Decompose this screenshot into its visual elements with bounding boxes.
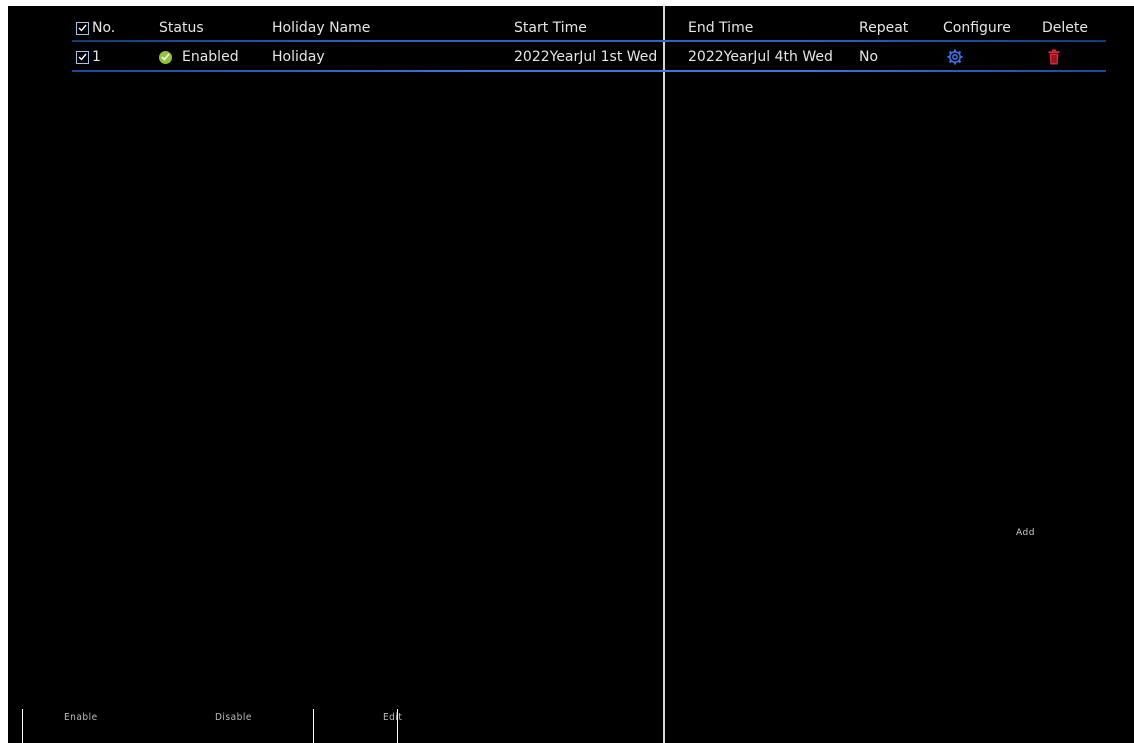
row-end-time: 2022YearJul 4th Wed — [688, 49, 833, 65]
vertical-divider — [663, 6, 665, 743]
row-status-cell: Enabled — [159, 42, 239, 72]
row-repeat: No — [859, 49, 879, 65]
column-header-status: Status — [159, 20, 204, 36]
row-no-cell: 1 — [76, 42, 101, 72]
holiday-table: No. Status Holiday Name Start Time End T… — [72, 14, 1106, 72]
header-no: No. — [76, 14, 115, 42]
row-status: Enabled — [182, 49, 239, 65]
table-row[interactable]: 1 Enabled Holiday 2022YearJul 1st Wed 20… — [72, 42, 1106, 72]
main-panel — [8, 6, 1134, 700]
holiday-screen: No. Status Holiday Name Start Time End T… — [0, 0, 1134, 743]
add-button[interactable]: Add — [1016, 528, 1035, 538]
column-header-repeat: Repeat — [859, 20, 909, 36]
enable-button[interactable]: Enable — [64, 713, 98, 724]
column-header-delete: Delete — [1042, 20, 1088, 36]
disable-button[interactable]: Disable — [215, 713, 252, 724]
row-start-time: 2022YearJul 1st Wed — [514, 49, 658, 65]
edit-button[interactable]: Edit — [383, 713, 402, 724]
row-checkbox[interactable] — [76, 50, 89, 64]
bottom-action-bar — [8, 700, 1134, 743]
bottom-bar-separator — [22, 709, 23, 743]
column-header-holiday-name: Holiday Name — [272, 20, 371, 36]
enabled-status-icon — [159, 50, 172, 64]
row-holiday-name: Holiday — [272, 49, 325, 65]
table-header: No. Status Holiday Name Start Time End T… — [72, 14, 1106, 42]
column-header-configure: Configure — [943, 20, 1011, 36]
delete-button[interactable] — [1042, 42, 1066, 72]
column-header-start-time: Start Time — [514, 20, 587, 36]
check-icon — [78, 24, 87, 32]
column-header-no: No. — [92, 20, 116, 36]
gear-icon — [947, 49, 963, 65]
check-icon — [78, 53, 87, 61]
row-no: 1 — [92, 49, 101, 65]
trash-icon — [1048, 49, 1060, 65]
bottom-bar-separator — [313, 709, 314, 743]
check-icon — [161, 53, 170, 61]
bottom-bar-separator — [397, 709, 398, 743]
select-all-checkbox[interactable] — [76, 21, 89, 35]
column-header-end-time: End Time — [688, 20, 754, 36]
configure-button[interactable] — [943, 42, 967, 72]
